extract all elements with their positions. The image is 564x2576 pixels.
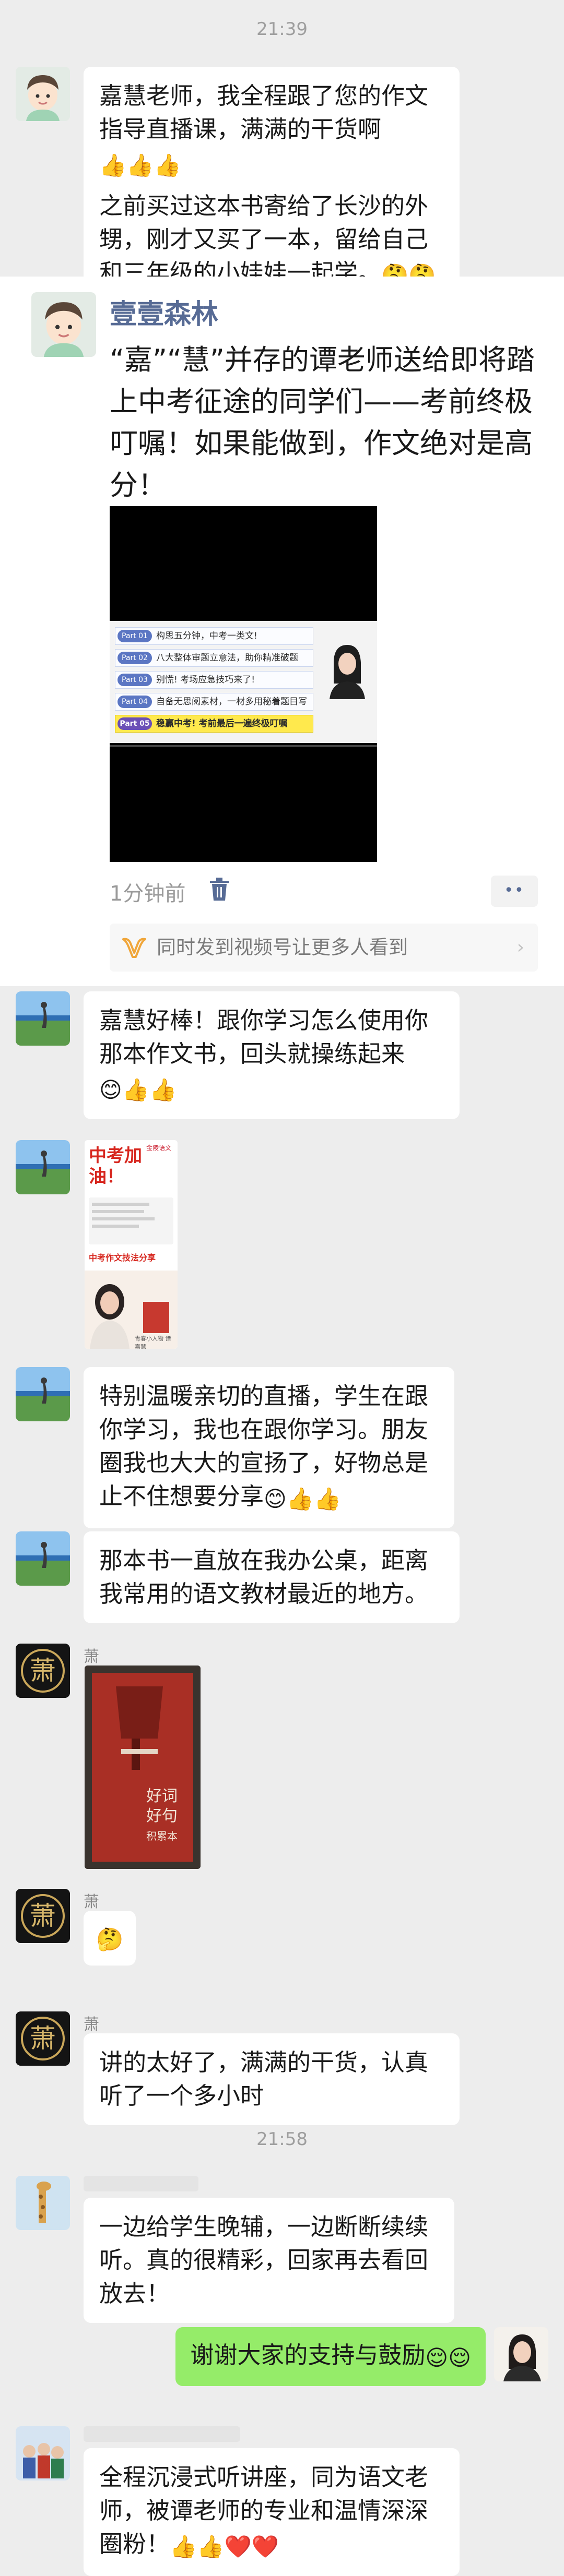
self-avatar[interactable] <box>494 2327 548 2381</box>
video-item: Part 03 别慌! 考场应急技巧来了! <box>115 671 313 689</box>
avatar-char: 萧 <box>30 1901 56 1931</box>
sender-name-obscured <box>84 2426 240 2442</box>
message-bubble-outgoing[interactable]: 谢谢大家的支持与鼓励😌😌 <box>175 2327 486 2386</box>
timestamp: 21:58 <box>256 2129 308 2150</box>
poster-title: 中考加油！ <box>89 1145 142 1187</box>
video-item: Part 01 构思五分钟，中考一类文! <box>115 627 313 645</box>
avatar[interactable]: 萧 <box>16 2011 70 2066</box>
sender-name: 萧 <box>84 1648 99 1666</box>
moment-text: “嘉”“慧”并存的谭老师送给即将踏上中考征途的同学们——考前终极叮嘱！如果能做到… <box>110 343 535 501</box>
share-text: 同时发到视频号让更多人看到 <box>157 936 408 958</box>
trash-icon[interactable] <box>208 877 231 903</box>
moment-time: 1分钟前 <box>110 882 186 906</box>
sender-name: 萧 <box>84 1893 99 1911</box>
video-frame: Part 01 构思五分钟，中考一类文! Part 02 八大整体审题立意法，助你精… <box>110 621 377 743</box>
avatar[interactable]: 萧 <box>16 1644 70 1698</box>
avatar-char: 萧 <box>30 2023 56 2054</box>
message-bubble[interactable]: 特别温暖亲切的直播，学生在跟你学习，我也在跟你学习。朋友圈我也大大的宣扬了，好物… <box>84 1367 454 1528</box>
poster-subtitle: 中考作文技法分享 <box>89 1253 156 1263</box>
avatar[interactable]: 萧 <box>16 1889 70 1943</box>
sender-name: 萧 <box>84 2016 99 2034</box>
message-bubble[interactable]: 那本书一直放在我办公桌，距离我常用的语文教材最近的地方。 <box>84 1531 460 1623</box>
avatar[interactable] <box>16 2426 70 2481</box>
presenter-figure <box>330 645 365 699</box>
timestamp: 21:39 <box>256 19 308 40</box>
message-text: 谢谢大家的支持与鼓励 <box>190 2341 426 2369</box>
avatar[interactable] <box>16 1367 70 1421</box>
poster-image[interactable]: 中考加油！ 金陵语文 中考作文技法分享 青春小人物 谭嘉慧 <box>85 1140 178 1349</box>
emoji: 😊👍👍 <box>264 1486 342 1512</box>
message-text: 之前买过这本书寄给了长沙的外甥，刚才又买了一本，留给自己和三年级的小娃娃一起学。 <box>99 192 429 286</box>
message-text: 嘉慧好棒！跟你学习怎么使用你那本作文书，回头就操练起来 <box>99 1007 429 1068</box>
avatar[interactable] <box>16 1531 70 1586</box>
moment-video[interactable]: Part 01 构思五分钟，中考一类文! Part 02 八大整体审题立意法，助你精… <box>110 506 377 862</box>
message-bubble[interactable]: 讲的太好了，满满的干货，认真听了一个多小时 <box>84 2033 460 2125</box>
video-progress-track <box>110 745 377 747</box>
video-item: Part 05 稳赢中考! 考前最后一遍终极叮嘱 <box>115 715 313 733</box>
avatar-char: 萧 <box>30 1656 56 1686</box>
poster-screen <box>89 1197 173 1244</box>
chevron-right-icon: › <box>516 937 524 958</box>
moment-author[interactable]: 壹壹森林 <box>110 292 218 331</box>
emoji: 👍👍👍 <box>99 152 181 178</box>
moment-avatar[interactable] <box>31 292 96 357</box>
message-bubble[interactable]: 全程沉浸式听讲座，同为语文老师，被谭老师的专业和温情深深圈粉！👍👍❤️❤️ <box>84 2448 460 2576</box>
message-bubble[interactable]: 一边给学生晚辅，一边断断续续听。真的很精彩，回家再去看回放去！ <box>84 2198 454 2323</box>
emoji: 🤔 <box>96 1926 124 1952</box>
emoji: 😊👍👍 <box>99 1077 177 1103</box>
video-item: Part 02 八大整体审题立意法，助你精准破题 <box>115 649 313 667</box>
sender-name-obscured <box>84 2176 198 2191</box>
message-bubble[interactable]: 嘉慧老师，我全程跟了您的作文指导直播课，满满的干货啊 👍👍👍 之前买过这本书寄给了… <box>84 67 460 305</box>
message-text: 那本书一直放在我办公桌，距离我常用的语文教材最近的地方。 <box>99 1547 429 1608</box>
message-text: 一边给学生晚辅，一边断断续续听。真的很精彩，回家再去看回放去！ <box>99 2213 429 2307</box>
avatar[interactable] <box>16 67 70 121</box>
message-bubble[interactable]: 🤔 <box>84 1911 136 1966</box>
video-item: Part 04 自备无思阅素材，一材多用秘着题目写 <box>115 693 313 711</box>
emoji: 👍👍❤️❤️ <box>170 2534 279 2559</box>
message-text: 嘉慧老师，我全程跟了您的作文指导直播课，满满的干货啊 <box>99 82 429 143</box>
avatar[interactable] <box>16 1140 70 1194</box>
message-text: 讲的太好了，满满的干货，认真听了一个多小时 <box>99 2048 429 2110</box>
poster-tagline: 青春小人物 谭嘉慧 <box>135 1335 171 1349</box>
share-to-channels-bar[interactable]: 同时发到视频号让更多人看到 › <box>110 924 538 972</box>
book-title: 好词 好句 积累本 <box>146 1787 178 1842</box>
more-button[interactable]: •• <box>491 876 538 907</box>
emoji: 😌😌 <box>425 2345 471 2370</box>
poster-brand: 金陵语文 <box>146 1144 172 1152</box>
book-image[interactable]: 好词 好句 积累本 <box>85 1666 201 1869</box>
message-bubble[interactable]: 嘉慧好棒！跟你学习怎么使用你那本作文书，回头就操练起来 😊👍👍 <box>84 991 460 1119</box>
avatar[interactable] <box>16 2176 70 2230</box>
moments-card[interactable]: 壹壹森林 “嘉”“慧”并存的谭老师送给即将踏上中考征途的同学们——考前终极叮嘱！… <box>0 277 564 986</box>
channels-icon <box>122 938 146 958</box>
avatar[interactable] <box>16 991 70 1046</box>
